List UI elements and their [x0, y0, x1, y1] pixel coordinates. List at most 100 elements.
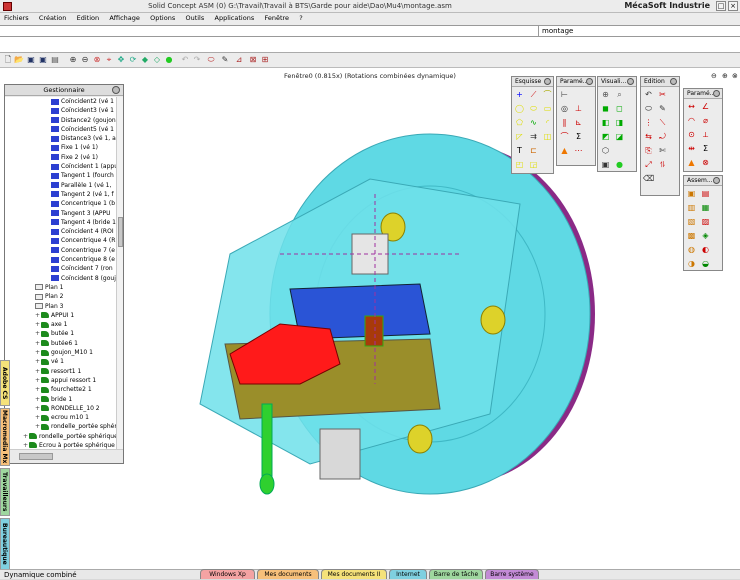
view-zoom-icon[interactable]: ⊕ — [600, 89, 611, 100]
tree-item[interactable]: + fourchette2 1 — [5, 385, 117, 394]
dimension-icon[interactable]: ⊏ — [528, 145, 539, 156]
assembly-fix-icon[interactable]: ▨ — [700, 216, 711, 227]
tab-mes-documents-ii[interactable]: Mes documents II — [321, 569, 387, 579]
print-icon[interactable]: ▤ — [50, 55, 60, 65]
palette-esquisse-close-icon[interactable] — [544, 78, 551, 85]
explode-icon[interactable]: ⊞ — [260, 55, 270, 65]
viewport-close-icon[interactable]: ⊗ — [732, 72, 738, 80]
tree-item[interactable]: + Ecrou à portée sphérique 1 — [5, 441, 117, 449]
edit-erase-icon[interactable]: ⬭ — [643, 103, 654, 114]
edit-rotate-icon[interactable]: ⤾ — [657, 131, 668, 142]
tree-item[interactable]: Coïncident 7 (ron — [5, 264, 117, 273]
edit-cut-icon[interactable]: ✂ — [657, 89, 668, 100]
insert-part-icon[interactable]: ▣ — [686, 188, 697, 199]
assembly-move-icon[interactable]: ▥ — [686, 202, 697, 213]
extend-icon[interactable]: ◲ — [528, 159, 539, 170]
zoom-window-icon[interactable]: ⊗ — [92, 55, 102, 65]
edit-undo-icon[interactable]: ↶ — [643, 89, 654, 100]
tree-item[interactable]: + ressort1 1 — [5, 367, 117, 376]
viewport-maximize-icon[interactable]: ⊕ — [722, 72, 728, 80]
zoom-in-icon[interactable]: ⊕ — [68, 55, 78, 65]
edit-array-icon[interactable]: ⋮ — [643, 117, 654, 128]
redo-icon[interactable]: ↷ — [192, 55, 202, 65]
close-icon[interactable]: × — [728, 1, 738, 11]
tree-item[interactable]: + butée 1 — [5, 329, 117, 338]
symmetric-icon[interactable]: ⇹ — [686, 143, 697, 154]
line-icon[interactable]: ⟋ — [528, 89, 539, 100]
arc-icon[interactable]: ⌒ — [542, 89, 553, 100]
circle-icon[interactable]: ◯ — [514, 103, 525, 114]
assembly-collision-icon[interactable]: ◈ — [700, 230, 711, 241]
tree-item[interactable]: + butée6 1 — [5, 339, 117, 348]
open-file-icon[interactable]: 📂 — [14, 55, 24, 65]
save-icon[interactable]: ▣ — [26, 55, 36, 65]
tree-item[interactable]: + ecrou m10 1 — [5, 413, 117, 422]
point-icon[interactable]: + — [514, 89, 525, 100]
tree-item[interactable]: Coïncident 1 (appu — [5, 162, 117, 171]
view-box-icon[interactable]: ▣ — [600, 159, 611, 170]
edit-copy-icon[interactable]: ⎘ — [643, 145, 654, 156]
menu-affichage[interactable]: Affichage — [105, 13, 144, 22]
pen-icon[interactable]: ✎ — [220, 55, 230, 65]
tree-item[interactable]: Tangent 2 (vé 1, f — [5, 190, 117, 199]
tab-mes-documents[interactable]: Mes documents — [257, 569, 319, 579]
save-as-icon[interactable]: ▣ — [38, 55, 48, 65]
palette-visualisation-close-icon[interactable] — [627, 78, 634, 85]
warning-icon[interactable]: ▲ — [559, 145, 570, 156]
ellipse-icon[interactable]: ⬭ — [528, 103, 539, 114]
view-front-icon[interactable]: ◧ — [600, 117, 611, 128]
tree-item[interactable]: + APPUI 1 — [5, 311, 117, 320]
side-tab-adobe[interactable]: Adobe CS — [0, 360, 10, 406]
palette-assemblage-close-icon[interactable] — [713, 177, 720, 184]
edit-paste-icon[interactable]: ✄ — [657, 145, 668, 156]
edit-move-icon[interactable]: ⇆ — [643, 131, 654, 142]
tab-barre-de-tache[interactable]: Barre de tâche — [429, 569, 483, 579]
assembly-bom-icon[interactable]: ◐ — [700, 244, 711, 255]
view-hidden-icon[interactable]: ◻ — [614, 103, 625, 114]
assembly-rotate-icon[interactable]: ▦ — [700, 202, 711, 213]
section-icon[interactable]: ⊠ — [248, 55, 258, 65]
view-iso-icon[interactable]: ◪ — [614, 131, 625, 142]
tangent-icon[interactable]: ⌒ — [559, 131, 570, 142]
scroll-thumb[interactable] — [118, 217, 123, 247]
menu-outils[interactable]: Outils — [181, 13, 208, 22]
palette-parametrage-2-close-icon[interactable] — [713, 90, 720, 97]
assembly-section-icon[interactable]: ◍ — [686, 244, 697, 255]
parallel-icon[interactable]: ∥ — [559, 117, 570, 128]
param-delete-icon[interactable]: ⊗ — [700, 157, 711, 168]
assembly-explode-icon[interactable]: ▩ — [686, 230, 697, 241]
menu-creation[interactable]: Création — [35, 13, 71, 22]
tree-item[interactable]: Parallèle 1 (vé 1, — [5, 181, 117, 190]
side-tab-travailleurs[interactable]: Travailleurs — [0, 468, 10, 516]
edit-delete-icon[interactable]: ⌫ — [643, 173, 654, 184]
scroll-thumb-horizontal[interactable] — [19, 453, 53, 460]
equation-icon[interactable]: Σ — [700, 143, 711, 154]
angle-icon[interactable]: ∠ — [700, 101, 711, 112]
maximize-icon[interactable]: □ — [716, 1, 726, 11]
trim-icon[interactable]: ◰ — [514, 159, 525, 170]
tree-item[interactable]: + rondelle_portée sphériq — [5, 422, 117, 431]
assembly-replace-icon[interactable]: ◒ — [700, 258, 711, 269]
tree-item[interactable]: + RONDELLE_10 2 — [5, 404, 117, 413]
coincident-icon[interactable]: ⊙ — [686, 129, 697, 140]
manager-minimize-icon[interactable] — [112, 86, 120, 94]
manager-horizontal-scrollbar[interactable] — [5, 449, 123, 463]
tree-item[interactable]: Concentrique 8 (e — [5, 255, 117, 264]
tree-item[interactable]: + bride 1 — [5, 395, 117, 404]
tree-item[interactable]: Coïncident2 (vé 1 — [5, 97, 117, 106]
tree-item[interactable]: + appui ressort 1 — [5, 376, 117, 385]
zoom-fit-icon[interactable]: ⌖ — [104, 55, 114, 65]
undo-icon[interactable]: ↶ — [180, 55, 190, 65]
view-side-icon[interactable]: ◩ — [600, 131, 611, 142]
palette-edition-close-icon[interactable] — [670, 78, 677, 85]
fix-icon[interactable]: ⊥ — [573, 103, 584, 114]
view-magnify-icon[interactable]: ⌕ — [614, 89, 625, 100]
menu-fenetre[interactable]: Fenêtre — [260, 13, 293, 22]
tree-item[interactable]: Distance3 (vé 1, a — [5, 134, 117, 143]
edit-trim-icon[interactable]: ⟍ — [657, 117, 668, 128]
mirror-icon[interactable]: ◫ — [542, 131, 553, 142]
new-file-icon[interactable]: 🗋 — [3, 55, 13, 65]
tree-item[interactable]: Concentrique 1 (b — [5, 199, 117, 208]
eraser-icon[interactable]: ⬭ — [206, 55, 216, 65]
text-icon[interactable]: T — [514, 145, 525, 156]
